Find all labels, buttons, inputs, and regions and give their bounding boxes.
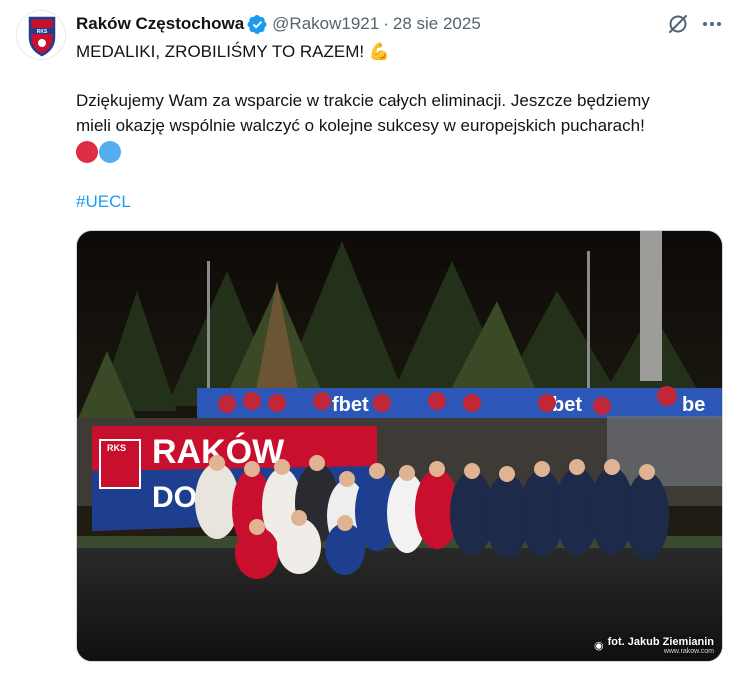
tweet-text-line-2: Dziękujemy Wam za wsparcie w trakcie cał… — [76, 91, 650, 110]
blue-circle-icon — [99, 141, 121, 163]
author-handle[interactable]: @Rakow1921 — [272, 14, 379, 34]
svg-text:be: be — [682, 394, 705, 416]
tweet-text-line-3: mieli okazję wspólnie walczyć o kolejne … — [76, 116, 645, 135]
tweet-text-line-1: MEDALIKI, ZROBILIŚMY TO RAZEM! 💪 — [76, 42, 391, 61]
svg-text:bet: bet — [552, 394, 582, 416]
header-separator: · — [383, 14, 389, 33]
photo-credit: ◉ fot. Jakub Ziemianin www.rakow.com — [594, 636, 714, 655]
camera-icon: ◉ — [594, 640, 604, 652]
photo-credit-site: www.rakow.com — [663, 648, 714, 655]
tweet-header: Raków Częstochowa @Rakow1921 · 28 sie 20… — [76, 12, 481, 36]
author-name[interactable]: Raków Częstochowa — [76, 14, 244, 34]
more-icon[interactable] — [700, 12, 724, 36]
emoji-row — [76, 141, 121, 163]
svg-text:DO: DO — [152, 481, 197, 514]
tweet-photo[interactable]: fbet bet be RKS RAKÓW DO ◉ fot. Jakub Zi… — [76, 230, 723, 662]
red-circle-icon — [76, 141, 98, 163]
avatar[interactable]: RKS — [16, 10, 66, 60]
svg-text:RKS: RKS — [107, 443, 126, 453]
hashtag-link[interactable]: #UECL — [76, 190, 131, 214]
photo-credit-text: fot. Jakub Ziemianin — [607, 636, 714, 648]
club-crest-icon: RKS — [17, 11, 65, 59]
verified-badge-icon — [247, 14, 267, 34]
svg-text:RKS: RKS — [37, 29, 48, 35]
tweet-date[interactable]: 28 sie 2025 — [393, 14, 481, 34]
svg-text:fbet: fbet — [332, 394, 369, 416]
tweet: RKS Raków Częstochowa @Rakow1921 · 28 si… — [0, 0, 740, 675]
grok-icon[interactable] — [666, 12, 690, 36]
team-celebration-photo: fbet bet be RKS RAKÓW DO — [77, 231, 722, 661]
